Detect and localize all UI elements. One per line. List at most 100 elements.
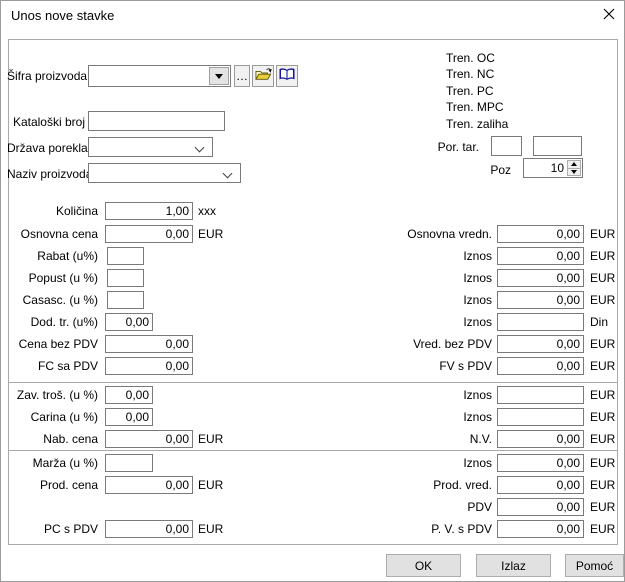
nab-cena-field[interactable] [105,430,193,448]
iznos-3-field[interactable] [497,291,584,309]
spin-down-button[interactable] [567,167,581,176]
prod-vred-label: Prod. vred. [433,478,492,492]
osnovna-cena-label: Osnovna cena [20,227,98,241]
iznos-3-label: Iznos [463,293,492,307]
book-icon [278,67,296,85]
country-origin-combobox[interactable] [88,137,213,157]
fc-sa-pdv-label: FC sa PDV [37,359,98,373]
triangle-down-icon [571,169,577,174]
dod-tr-label: Dod. tr. (u%) [30,315,98,329]
iznos-2-label: Iznos [463,271,492,285]
pdv-field[interactable] [497,498,584,516]
prod-cena-field[interactable] [105,476,193,494]
triangle-up-icon [571,162,577,167]
iznos-3-unit: EUR [590,293,616,307]
pv-s-pdv-field[interactable] [497,520,584,538]
iznos-2-unit: EUR [590,271,616,285]
tren-zaliha-label: Tren. zaliha [446,117,509,131]
casasc-label: Casasc. (u %) [22,293,98,307]
iznos-7-label: Iznos [463,456,492,470]
osnovna-vredn-unit: EUR [590,227,616,241]
poz-input[interactable] [525,160,566,176]
product-code-input[interactable] [90,67,208,85]
iznos-1-label: Iznos [463,249,492,263]
product-code-dropdown-button[interactable] [209,67,229,85]
casasc-field[interactable] [107,291,144,309]
rabat-label: Rabat (u%) [37,249,98,263]
product-name-combobox[interactable] [88,163,241,183]
pdv-unit: EUR [590,500,616,514]
product-code-combobox[interactable] [88,65,231,87]
poz-spin-buttons [567,160,581,176]
cena-bez-pdv-label: Cena bez PDV [18,337,98,351]
vred-bez-pdv-field[interactable] [497,335,584,353]
pomoc-button[interactable]: Pomoć [565,554,624,577]
osnovna-cena-unit: EUR [198,227,224,241]
pc-s-pdv-label: PC s PDV [43,522,98,536]
fv-s-pdv-unit: EUR [590,359,616,373]
zav-tros-field[interactable] [105,386,153,404]
close-icon [603,8,615,23]
chevron-down-icon [222,168,233,179]
country-origin-input[interactable] [90,139,193,155]
catalog-number-label: Kataloški broj [12,115,85,129]
fc-sa-pdv-field[interactable] [105,357,193,375]
pv-s-pdv-label: P. V. s PDV [431,522,492,536]
iznos-5-label: Iznos [463,388,492,402]
tren-oc-label: Tren. OC [446,51,495,65]
iznos-4-field[interactable] [497,313,584,331]
izlaz-button[interactable]: Izlaz [476,554,551,577]
osnovna-vredn-field[interactable] [497,225,584,243]
iznos-6-label: Iznos [463,410,492,424]
popust-label: Popust (u %) [28,271,98,285]
country-origin-label: Država porekla [7,141,88,155]
por-tar-field-2[interactable] [533,136,582,156]
carina-field[interactable] [105,408,153,426]
fv-s-pdv-field[interactable] [497,357,584,375]
nv-label: N.V. [469,432,492,446]
chevron-down-icon [194,142,205,153]
iznos-2-field[interactable] [497,269,584,287]
marza-label: Marža (u %) [32,456,98,470]
iznos-6-field[interactable] [497,408,584,426]
ok-button[interactable]: OK [386,554,461,577]
iznos-5-field[interactable] [497,386,584,404]
por-tar-label: Por. tar. [437,140,479,154]
nab-cena-unit: EUR [198,432,224,446]
pc-s-pdv-field[interactable] [105,520,193,538]
kolicina-field[interactable] [105,202,193,220]
catalog-number-field[interactable] [88,111,225,131]
iznos-7-field[interactable] [497,454,584,472]
marza-field[interactable] [105,454,153,472]
vred-bez-pdv-unit: EUR [590,337,616,351]
dod-tr-field[interactable] [105,313,153,331]
cena-bez-pdv-field[interactable] [105,335,193,353]
open-folder-icon [254,67,272,85]
iznos-4-label: Iznos [463,315,492,329]
close-button[interactable] [595,3,623,27]
iznos-5-unit: EUR [590,388,616,402]
catalog-book-button[interactable] [276,65,298,87]
fv-s-pdv-label: FV s PDV [439,359,492,373]
tren-mpc-label: Tren. MPC [446,100,504,114]
open-folder-button[interactable] [252,65,274,87]
iznos-4-unit: Din [590,315,609,329]
product-name-input[interactable] [90,165,221,181]
product-code-label: Šifra proizvoda [7,69,88,83]
iznos-6-unit: EUR [590,410,616,424]
vred-bez-pdv-label: Vred. bez PDV [413,337,492,351]
rabat-field[interactable] [107,247,144,265]
iznos-1-field[interactable] [497,247,584,265]
nv-field[interactable] [497,430,584,448]
dialog-window: Unos nove stavke Šifra proizvoda … Katal… [0,0,625,582]
iznos-1-unit: EUR [590,249,616,263]
iznos-7-unit: EUR [590,456,616,470]
por-tar-field-1[interactable] [491,136,522,156]
osnovna-cena-field[interactable] [105,225,193,243]
popust-field[interactable] [107,269,144,287]
poz-label: Poz [490,163,511,177]
group-main [8,39,618,383]
browse-dots-button[interactable]: … [234,65,250,87]
poz-spinner[interactable] [523,158,583,178]
prod-vred-field[interactable] [497,476,584,494]
